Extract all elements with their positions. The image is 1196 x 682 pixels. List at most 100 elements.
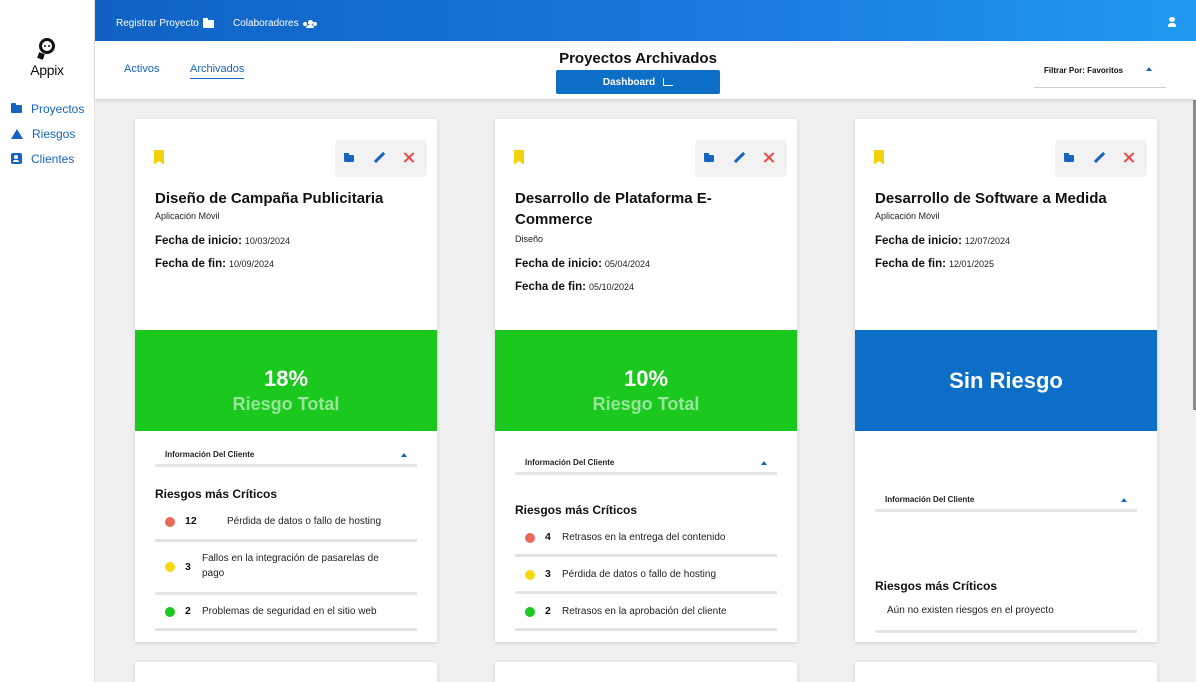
end-date-value: 05/10/2024: [588, 282, 634, 292]
project-type: Aplicación Móvil: [875, 211, 940, 221]
collaborators-link[interactable]: Colaboradores: [233, 18, 317, 29]
sidebar-item-label: Clientes: [31, 151, 75, 166]
sidebar-item-label: Riesgos: [32, 126, 76, 141]
client-info-toggle[interactable]: Información Del Cliente: [515, 455, 777, 475]
client-info-toggle[interactable]: Información Del Cliente: [875, 492, 1137, 512]
critical-risks-title: Riesgos más Críticos: [515, 503, 638, 517]
filter-label: Filtrar Por: Favoritos: [1044, 66, 1124, 75]
project-type: Diseño: [515, 234, 544, 244]
register-project-label: Registrar Proyecto: [116, 18, 199, 29]
edit-pencil-icon[interactable]: [371, 150, 387, 166]
project-card-partial: [495, 662, 797, 682]
risk-band: Sin Riesgo: [855, 330, 1157, 431]
dashboard-button[interactable]: Dashboard: [556, 70, 720, 94]
end-date-label: Fecha de fin:: [515, 281, 586, 293]
edit-pencil-icon[interactable]: [731, 150, 747, 166]
line-chart-icon: [663, 78, 674, 86]
risk-label: Riesgo Total: [232, 394, 340, 414]
start-date: Fecha de inicio: 10/03/2024: [155, 235, 290, 247]
risk-text: Pérdida de datos o fallo de hosting: [227, 516, 381, 527]
risk-band: 10% Riesgo Total: [495, 330, 797, 431]
risk-count: 3: [545, 568, 551, 580]
bookmark-icon[interactable]: [874, 150, 884, 165]
start-date-label: Fecha de inicio:: [875, 235, 962, 247]
caret-up-icon: [401, 453, 407, 457]
side-nav: Proyectos Riesgos Clientes: [0, 96, 95, 171]
risk-item: 2 Problemas de seguridad en el sitio web: [155, 598, 417, 631]
risk-item: 12 Pérdida de datos o fallo de hosting: [155, 509, 417, 542]
contact-card-icon: [11, 153, 22, 164]
edit-pencil-icon[interactable]: [1091, 150, 1107, 166]
end-date-label: Fecha de fin:: [875, 258, 946, 270]
close-icon[interactable]: [401, 150, 417, 166]
logo-text: Appix: [30, 62, 64, 78]
chat-bubble-logo-icon: [36, 38, 58, 60]
sidebar-item-riesgos[interactable]: Riesgos: [0, 121, 95, 146]
risk-dot-red: [165, 517, 175, 527]
app-logo[interactable]: Appix: [24, 38, 70, 78]
risk-percent: 18%: [263, 366, 309, 391]
archive-folder-icon[interactable]: [702, 150, 718, 166]
sidebar: Appix Proyectos Riesgos Clientes: [0, 0, 95, 682]
risk-text: Pérdida de datos o fallo de hosting: [562, 569, 716, 580]
archive-folder-icon[interactable]: [1062, 150, 1078, 166]
project-title: Desarrollo de Software a Medida: [875, 190, 1107, 207]
risk-count: 12: [185, 515, 197, 527]
close-icon[interactable]: [761, 150, 777, 166]
sidebar-item-proyectos[interactable]: Proyectos: [0, 96, 95, 121]
users-icon: [302, 19, 317, 28]
tab-archivados[interactable]: Archivados: [190, 63, 245, 79]
risk-dot-yellow: [525, 570, 535, 580]
filter-dropdown[interactable]: Filtrar Por: Favoritos: [1034, 61, 1166, 88]
collaborators-label: Colaboradores: [233, 18, 299, 29]
client-info-toggle[interactable]: Información Del Cliente: [155, 447, 417, 467]
start-date-value: 05/04/2024: [604, 259, 650, 269]
caret-up-icon: [1121, 498, 1127, 502]
start-date-value: 12/07/2024: [964, 236, 1010, 246]
project-title: Desarrollo de Plataforma E-Commerce: [515, 190, 712, 228]
register-project-link[interactable]: Registrar Proyecto: [116, 17, 214, 29]
project-card: Diseño de Campaña Publicitaria Aplicació…: [135, 119, 437, 642]
risk-text: Retrasos en la aprobación del cliente: [562, 606, 727, 617]
no-risk-label: Sin Riesgo: [949, 368, 1063, 393]
end-date: Fecha de fin: 10/09/2024: [155, 258, 274, 270]
start-date-value: 10/03/2024: [244, 236, 290, 246]
risk-item: 3 Pérdida de datos o fallo de hosting: [515, 560, 777, 594]
risk-text: Fallos en la integración de pasarelas de…: [202, 553, 379, 579]
card-actions: [1055, 140, 1147, 177]
critical-risks-title: Riesgos más Críticos: [155, 487, 278, 501]
risk-band: 18% Riesgo Total: [135, 330, 437, 431]
start-date: Fecha de inicio: 05/04/2024: [515, 258, 650, 270]
user-icon[interactable]: [1168, 17, 1176, 27]
card-actions: [695, 140, 787, 177]
bookmark-icon[interactable]: [514, 150, 524, 165]
close-icon[interactable]: [1121, 150, 1137, 166]
risk-percent: 10%: [623, 366, 669, 391]
top-bar: Registrar Proyecto Colaboradores: [95, 0, 1196, 41]
dashboard-label: Dashboard: [602, 76, 656, 88]
risk-text: Problemas de seguridad en el sitio web: [202, 606, 377, 617]
risk-count: 4: [545, 531, 551, 543]
risk-item: 2 Retrasos en la aprobación del cliente: [515, 597, 777, 631]
archive-folder-icon[interactable]: [342, 150, 358, 166]
risk-dot-green: [525, 607, 535, 617]
start-date: Fecha de inicio: 12/07/2024: [875, 235, 1010, 247]
risk-count: 3: [185, 561, 191, 573]
sidebar-item-clientes[interactable]: Clientes: [0, 146, 95, 171]
warning-icon: [11, 128, 23, 139]
client-info-label: Información Del Cliente: [165, 450, 255, 459]
risk-dot-green: [165, 607, 175, 617]
bookmark-icon[interactable]: [154, 150, 164, 165]
tab-activos[interactable]: Activos: [124, 63, 159, 78]
project-title: Diseño de Campaña Publicitaria: [155, 190, 384, 207]
sidebar-item-label: Proyectos: [31, 101, 85, 116]
start-date-label: Fecha de inicio:: [515, 258, 602, 270]
project-card-partial: [135, 662, 437, 682]
end-date-value: 12/01/2025: [948, 259, 994, 269]
risk-item: 3 Fallos en la integración de pasarelas …: [155, 545, 417, 595]
end-date: Fecha de fin: 05/10/2024: [515, 281, 634, 293]
project-type: Aplicación Móvil: [155, 211, 220, 221]
client-info-label: Información Del Cliente: [525, 458, 615, 467]
risk-item: 4 Retrasos en la entrega del contenido: [515, 524, 777, 557]
caret-up-icon: [1146, 67, 1152, 71]
